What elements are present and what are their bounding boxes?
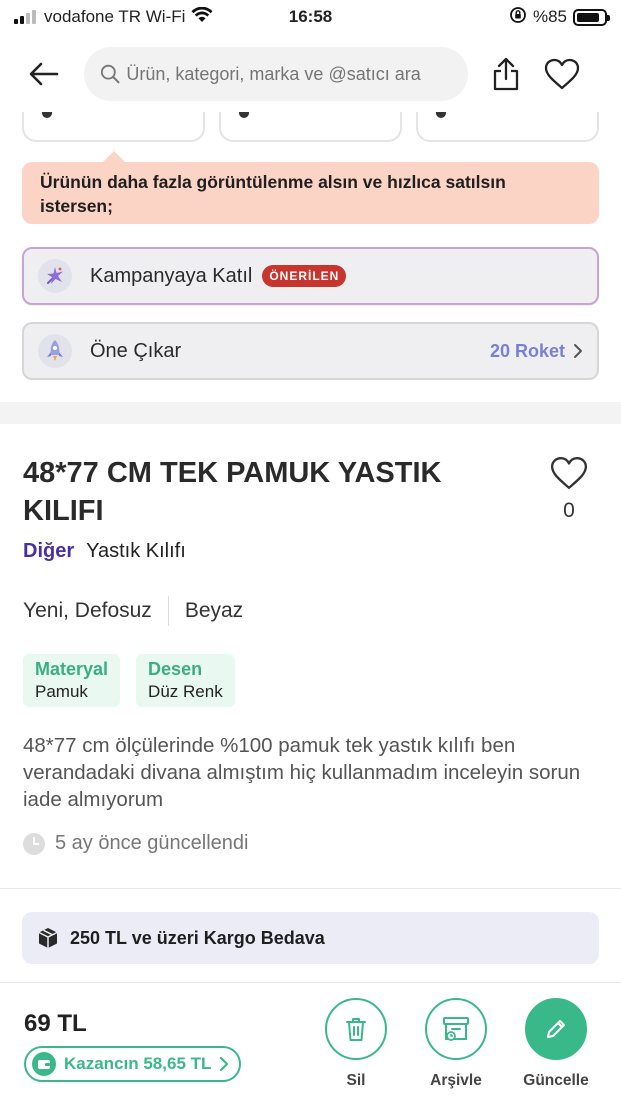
- product-category: Diğer Yastık Kılıfı: [23, 540, 186, 563]
- product-price: 69 TL: [24, 1010, 87, 1037]
- category-link[interactable]: Diğer: [23, 540, 74, 562]
- boost-price: 20 Roket: [490, 341, 583, 362]
- stat-box: [416, 112, 599, 142]
- archive-label: Arşivle: [430, 1072, 482, 1089]
- archive-icon: [443, 1017, 469, 1041]
- boost-label: Öne Çıkar: [90, 339, 182, 362]
- wallet-icon: [32, 1052, 56, 1076]
- delete-label: Sil: [346, 1072, 366, 1089]
- subcategory: Yastık Kılıfı: [86, 540, 186, 562]
- status-bar: vodafone TR Wi-Fi 16:58 %85: [0, 0, 621, 34]
- attribute-chip: Materyal Pamuk: [23, 654, 121, 707]
- search-input[interactable]: [126, 63, 452, 85]
- attribute-key: Desen: [148, 659, 203, 679]
- chevron-right-icon: [574, 344, 582, 358]
- search-bar[interactable]: [84, 47, 468, 101]
- rocket-icon: [38, 334, 72, 368]
- free-shipping-banner: 250 TL ve üzeri Kargo Bedava: [22, 912, 599, 964]
- chevron-right-icon: [220, 1056, 229, 1072]
- orientation-lock-icon: [509, 6, 527, 29]
- attribute-key: Materyal: [35, 659, 109, 679]
- trash-icon: [346, 1018, 366, 1041]
- update-circle[interactable]: [525, 998, 587, 1060]
- heart-icon: [544, 58, 580, 90]
- condition: Yeni, Defosuz: [23, 599, 152, 622]
- archive-circle[interactable]: [425, 998, 487, 1060]
- favorite-button[interactable]: [534, 46, 590, 102]
- like-count: 0: [563, 499, 575, 522]
- clock-icon: [23, 832, 45, 855]
- divider: [0, 888, 621, 889]
- delete-circle[interactable]: [325, 998, 387, 1060]
- section-divider: [0, 402, 621, 424]
- carrier-name: vodafone TR Wi-Fi: [44, 7, 186, 26]
- attribute-chip: Desen Düz Renk: [136, 654, 235, 707]
- attribute-chips: Materyal Pamuk Desen Düz Renk: [23, 654, 235, 707]
- arrow-left-icon: [29, 62, 59, 86]
- color: Beyaz: [184, 599, 244, 622]
- product-title: 48*77 CM TEK PAMUK YASTIK KILIFI: [23, 457, 442, 527]
- archive-button[interactable]: Arşivle: [411, 998, 501, 1090]
- stats-row: [22, 112, 599, 142]
- attribute-value: Pamuk: [35, 682, 88, 701]
- heart-icon: [550, 457, 588, 489]
- earnings-button[interactable]: Kazancın 58,65 TL: [24, 1046, 242, 1082]
- free-shipping-text: 250 TL ve üzeri Kargo Bedava: [70, 927, 325, 948]
- join-campaign-option[interactable]: Kampanyaya Katıl ÖNERİLEN: [22, 247, 599, 305]
- attribute-value: Düz Renk: [148, 682, 223, 701]
- search-icon: [100, 64, 120, 84]
- promotion-tip: Ürünün daha fazla görüntülenme alsın ve …: [22, 151, 599, 224]
- stat-box: [22, 112, 205, 142]
- like-counter[interactable]: 0: [546, 456, 592, 523]
- battery-percent: %85: [532, 7, 567, 26]
- stat-box: [219, 112, 402, 142]
- update-info: 5 ay önce güncellendi: [23, 832, 248, 855]
- boost-price-text: 20 Roket: [489, 340, 565, 361]
- product-condition-row: Yeni, Defosuz Beyaz: [23, 596, 243, 626]
- back-button[interactable]: [16, 46, 72, 102]
- delete-button[interactable]: Sil: [311, 998, 401, 1090]
- share-button[interactable]: [478, 46, 534, 102]
- recommended-badge: ÖNERİLEN: [262, 265, 347, 287]
- top-navbar: [0, 44, 621, 104]
- pencil-icon: [547, 1020, 565, 1038]
- package-icon: [38, 928, 58, 948]
- signal-icon: [14, 10, 36, 24]
- updated-text: 5 ay önce güncellendi: [55, 832, 249, 854]
- boost-option[interactable]: Öne Çıkar 20 Roket: [22, 322, 599, 380]
- update-label: Güncelle: [523, 1072, 589, 1089]
- product-description: 48*77 cm ölçülerinde %100 pamuk tek yast…: [23, 734, 581, 811]
- battery-icon: [573, 8, 610, 26]
- wifi-icon: [191, 6, 213, 28]
- divider: [167, 596, 169, 626]
- update-button[interactable]: Güncelle: [511, 998, 601, 1090]
- campaign-label: Kampanyaya Katıl: [90, 264, 253, 287]
- earnings-text: Kazancın 58,65 TL: [64, 1054, 212, 1073]
- share-icon: [493, 57, 519, 91]
- campaign-icon: [38, 259, 72, 293]
